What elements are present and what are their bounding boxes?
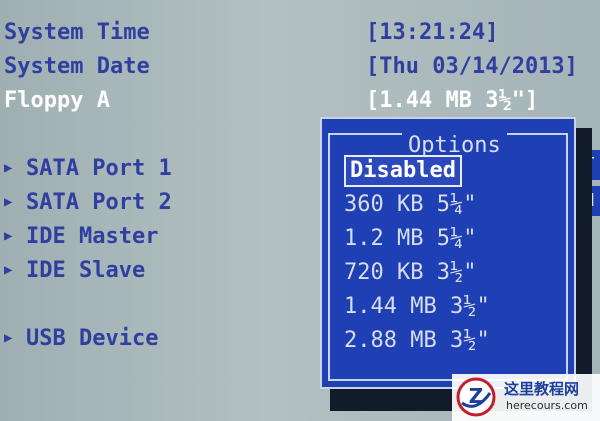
submenu-ide-slave[interactable]: ▶ IDE Slave — [4, 258, 145, 283]
option-2-88mb[interactable]: 2.88 MB 3½" — [344, 327, 490, 355]
watermark-title: 这里教程网 — [504, 380, 580, 398]
submenu-label: IDE Master — [26, 224, 159, 249]
system-date-value[interactable]: [Thu 03/14/2013] — [366, 54, 578, 79]
submenu-label: IDE Slave — [26, 258, 146, 283]
submenu-sata-port-2[interactable]: ▶ SATA Port 2 — [4, 190, 172, 215]
watermark-logo-icon: Z — [456, 377, 496, 417]
submenu-label: SATA Port 2 — [26, 190, 172, 215]
submenu-label: USB Device — [26, 326, 159, 351]
options-frame: Options Disabled 360 KB 5¼" 1.2 MB 5¼" 7… — [328, 133, 568, 381]
submenu-label: SATA Port 1 — [26, 156, 172, 181]
option-360kb[interactable]: 360 KB 5¼" — [344, 191, 476, 219]
submenu-usb-device[interactable]: ▶ USB Device — [4, 326, 158, 351]
option-1-44mb[interactable]: 1.44 MB 3½" — [344, 293, 490, 321]
floppy-a-value[interactable]: [1.44 MB 3½"] — [366, 88, 538, 113]
submenu-arrow-icon: ▶ — [4, 160, 13, 176]
option-disabled[interactable]: Disabled — [344, 155, 462, 187]
submenu-sata-port-1[interactable]: ▶ SATA Port 1 — [4, 156, 172, 181]
system-time-value[interactable]: [13:21:24] — [366, 20, 498, 45]
option-1-2mb[interactable]: 1.2 MB 5¼" — [344, 225, 476, 253]
bios-screen: System Time [13:21:24] System Date [Thu … — [0, 0, 600, 421]
svg-text:Z: Z — [469, 384, 484, 408]
option-720kb[interactable]: 720 KB 3½" — [344, 259, 476, 287]
floppy-a-label[interactable]: Floppy A — [4, 88, 110, 113]
submenu-arrow-icon: ▶ — [4, 194, 13, 210]
submenu-arrow-icon: ▶ — [4, 330, 13, 346]
submenu-arrow-icon: ▶ — [4, 262, 13, 278]
watermark-url: herecours.com — [506, 399, 588, 412]
submenu-arrow-icon: ▶ — [4, 228, 13, 244]
system-time-label[interactable]: System Time — [4, 20, 150, 45]
watermark: Z 这里教程网 herecours.com — [452, 374, 600, 421]
options-popup: Options Disabled 360 KB 5¼" 1.2 MB 5¼" 7… — [320, 117, 576, 389]
system-date-label[interactable]: System Date — [4, 54, 150, 79]
submenu-ide-master[interactable]: ▶ IDE Master — [4, 224, 158, 249]
